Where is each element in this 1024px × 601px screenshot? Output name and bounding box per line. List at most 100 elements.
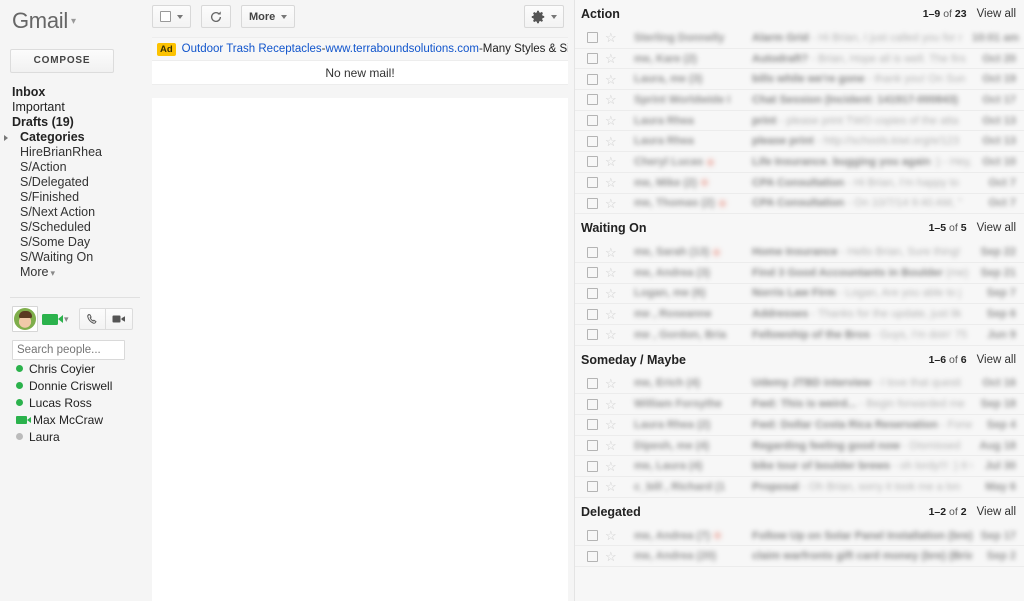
row-checkbox[interactable] — [587, 73, 598, 85]
row-checkbox[interactable] — [587, 287, 598, 299]
row-checkbox[interactable] — [587, 177, 598, 189]
mail-row[interactable]: ☆ me, Erich (4) Udemy JTBD interview - I l… — [575, 373, 1024, 395]
row-checkbox[interactable] — [587, 53, 598, 65]
contact-list-item[interactable]: Max McCraw — [10, 411, 146, 428]
refresh-button[interactable] — [201, 5, 231, 28]
row-checkbox[interactable] — [587, 460, 598, 472]
star-icon[interactable]: ☆ — [605, 197, 618, 210]
sidebar-item-inbox[interactable]: Inbox — [10, 85, 146, 100]
row-checkbox[interactable] — [587, 377, 598, 389]
sidebar-item-hirebrianrhea[interactable]: HireBrianRhea — [10, 145, 146, 160]
row-checkbox[interactable] — [587, 329, 598, 341]
view-all-link[interactable]: View all — [977, 354, 1016, 366]
row-checkbox[interactable] — [587, 197, 598, 209]
mail-row[interactable]: ☆ Laura Rhea please print - http://schools… — [575, 131, 1024, 153]
mail-row[interactable]: ☆ me , Gordon, Bria Fellowship of the Bros… — [575, 324, 1024, 346]
star-icon[interactable]: ☆ — [605, 114, 618, 127]
mail-row[interactable]: ☆ me, Thomas (2) CPA Consultation - On 10/… — [575, 193, 1024, 215]
mail-row[interactable]: ☆ me, Kare (2) Autodraft? - Brian, Hope al… — [575, 48, 1024, 70]
select-all-dropdown-button[interactable] — [152, 5, 191, 28]
compose-button[interactable]: COMPOSE — [10, 49, 114, 74]
settings-button[interactable] — [524, 5, 564, 28]
star-icon[interactable]: ☆ — [605, 377, 618, 390]
row-checkbox[interactable] — [587, 115, 598, 127]
mail-row[interactable]: ☆ me , Roseanne Addresses - Thanks for the… — [575, 304, 1024, 325]
star-icon[interactable]: ☆ — [605, 93, 618, 106]
row-checkbox[interactable] — [587, 550, 598, 562]
star-icon[interactable]: ☆ — [605, 176, 618, 189]
sidebar-item-important[interactable]: Important — [10, 100, 146, 115]
star-icon[interactable]: ☆ — [605, 480, 618, 493]
sidebar-item-more[interactable]: More ▾ — [10, 265, 146, 281]
sidebar-item-categories[interactable]: Categories — [4, 130, 146, 145]
mail-row[interactable]: ☆ Cheryl Lucas Life Insurance. bugging you… — [575, 152, 1024, 173]
sidebar-item-s-next-action[interactable]: S/Next Action — [10, 205, 146, 220]
sidebar-item-s-finished[interactable]: S/Finished — [10, 190, 146, 205]
mail-row[interactable]: ☆ me, Laura (4) bike tour of boulder brews… — [575, 456, 1024, 478]
mail-row[interactable]: ☆ me, Andrea (20) claim warfronts gift car… — [575, 546, 1024, 568]
view-all-link[interactable]: View all — [977, 8, 1016, 20]
mail-row[interactable]: ☆ William Forsythe Fwd: This is weird... -… — [575, 394, 1024, 415]
mail-row[interactable]: ☆ Sprint Worldwide I Chat Session (Inciden… — [575, 90, 1024, 111]
video-call-button[interactable] — [105, 308, 133, 331]
search-people-input[interactable] — [12, 340, 125, 361]
mail-row[interactable]: ☆ c_bill , Richard (1 Proposal - Oh Brian,… — [575, 477, 1024, 498]
more-button[interactable]: More — [241, 5, 296, 28]
row-checkbox[interactable] — [587, 308, 598, 320]
mail-row[interactable]: ☆ Dipesh, me (4) Regarding feeling good no… — [575, 435, 1024, 457]
star-icon[interactable]: ☆ — [605, 328, 618, 341]
star-icon[interactable]: ☆ — [605, 398, 618, 411]
ad-url-link[interactable]: www.terraboundsolutions.com — [326, 43, 479, 55]
sidebar-item-s-delegated[interactable]: S/Delegated — [10, 175, 146, 190]
mail-row[interactable]: ☆ Laura Rhea print - please print TWO copi… — [575, 110, 1024, 132]
avatar[interactable] — [12, 306, 38, 333]
row-checkbox[interactable] — [587, 398, 598, 410]
chevron-down-icon[interactable]: ▾ — [50, 268, 55, 278]
star-icon[interactable]: ☆ — [605, 155, 618, 168]
row-checkbox[interactable] — [587, 94, 598, 106]
mail-row[interactable]: ☆ me, Mike (2) CPA Consultation - Hi Brian… — [575, 172, 1024, 194]
sidebar-item-drafts-19[interactable]: Drafts (19) — [10, 115, 146, 130]
star-icon[interactable]: ☆ — [605, 266, 618, 279]
row-checkbox[interactable] — [587, 156, 598, 168]
star-icon[interactable]: ☆ — [605, 73, 618, 86]
star-icon[interactable]: ☆ — [605, 308, 618, 321]
row-checkbox[interactable] — [587, 135, 598, 147]
contact-list-item[interactable]: Donnie Criswell — [10, 377, 146, 394]
star-icon[interactable]: ☆ — [605, 31, 618, 44]
mail-row[interactable]: ☆ me, Sarah (13) Home Insurance - Hello Br… — [575, 242, 1024, 263]
chevron-down-icon[interactable]: ▾ — [64, 314, 69, 325]
phone-call-button[interactable] — [78, 308, 106, 331]
mail-row[interactable]: ☆ me, Andrea (3) Find 3 Good Accountants i… — [575, 262, 1024, 284]
star-icon[interactable]: ☆ — [605, 135, 618, 148]
mail-row[interactable]: ☆ Sterling Donnelly Alarm Grid - Hi Brian,… — [575, 28, 1024, 49]
row-checkbox[interactable] — [587, 32, 598, 44]
mail-row[interactable]: ☆ Logan, me (6) Norris Law Firm - Logan, A… — [575, 283, 1024, 305]
star-icon[interactable]: ☆ — [605, 529, 618, 542]
mail-row[interactable]: ☆ me, Andrea (7) Follow Up on Solar Panel … — [575, 525, 1024, 547]
ad-banner[interactable]: Ad Outdoor Trash Receptacles - www.terra… — [152, 37, 568, 61]
mail-row[interactable]: ☆ Laura Rhea (2) Fwd: Dollar Costa Rica Re… — [575, 415, 1024, 436]
star-icon[interactable]: ☆ — [605, 460, 618, 473]
star-icon[interactable]: ☆ — [605, 246, 618, 259]
star-icon[interactable]: ☆ — [605, 550, 618, 563]
star-icon[interactable]: ☆ — [605, 418, 618, 431]
sidebar-item-s-some-day[interactable]: S/Some Day — [10, 235, 146, 250]
row-checkbox[interactable] — [587, 440, 598, 452]
star-icon[interactable]: ☆ — [605, 52, 618, 65]
contact-list-item[interactable]: Chris Coyier — [10, 360, 146, 377]
view-all-link[interactable]: View all — [977, 506, 1016, 518]
sidebar-item-s-scheduled[interactable]: S/Scheduled — [10, 220, 146, 235]
ad-title-link[interactable]: Outdoor Trash Receptacles — [182, 43, 322, 55]
sidebar-item-s-waiting-on[interactable]: S/Waiting On — [10, 250, 146, 265]
sidebar-item-s-action[interactable]: S/Action — [10, 160, 146, 175]
star-icon[interactable]: ☆ — [605, 287, 618, 300]
row-checkbox[interactable] — [587, 481, 598, 493]
row-checkbox[interactable] — [587, 246, 598, 258]
contact-list-item[interactable]: Laura — [10, 428, 146, 445]
mail-row[interactable]: ☆ Laura, me (3) bills while we're gone - t… — [575, 69, 1024, 91]
row-checkbox[interactable] — [587, 267, 598, 279]
star-icon[interactable]: ☆ — [605, 439, 618, 452]
row-checkbox[interactable] — [587, 530, 598, 542]
expander-triangle-icon[interactable] — [4, 134, 8, 141]
